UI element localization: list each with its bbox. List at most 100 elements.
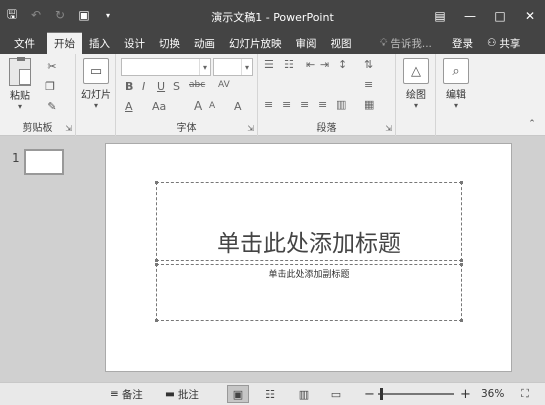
line-spacing-icon[interactable]: ↕ [338, 58, 347, 71]
font-size-dropdown-icon[interactable]: ▾ [241, 59, 252, 75]
font-launcher-icon[interactable]: ⇲ [247, 124, 254, 133]
find-icon: ⌕ [443, 58, 469, 84]
subtitle-placeholder-text: 单击此处添加副标题 [268, 270, 350, 280]
zoom-level[interactable]: 36% [481, 383, 504, 405]
drawing-label: 绘图 [406, 90, 426, 101]
collapse-ribbon-icon[interactable]: ⌃ [524, 116, 540, 132]
subtitle-placeholder[interactable]: 单击此处添加副标题 [155, 263, 463, 322]
status-bar: ≡ 备注 ▬ 批注 ▣ ☷ ▥ ▭ − + 36% ⛶ [0, 382, 545, 405]
text-direction-icon[interactable]: ⇅ [364, 58, 373, 71]
zoom-slider-thumb[interactable] [380, 388, 383, 400]
tab-animations[interactable]: 动画 [187, 32, 222, 54]
notes-button[interactable]: ≡ 备注 [110, 383, 143, 405]
drawing-group: △ 绘图 ▾ [396, 54, 436, 136]
drawing-dropdown-icon[interactable]: ▾ [414, 101, 418, 110]
font-name-dropdown-icon[interactable]: ▾ [199, 59, 210, 75]
title-placeholder[interactable]: 单击此处添加标题 [155, 181, 463, 262]
new-slide-dropdown-icon[interactable]: ▾ [94, 101, 98, 110]
text-shadow-button[interactable]: S [173, 80, 180, 93]
comments-button[interactable]: ▬ 批注 [165, 383, 199, 405]
align-right-icon[interactable]: ≡ [300, 98, 309, 111]
slide-thumbnail[interactable] [24, 149, 64, 175]
slides-group: ▭ 幻灯片 ▾ [76, 54, 116, 136]
tab-design[interactable]: 设计 [117, 32, 152, 54]
reading-view-icon[interactable]: ▥ [293, 385, 315, 403]
tab-insert[interactable]: 插入 [82, 32, 117, 54]
editing-dropdown-icon[interactable]: ▾ [454, 101, 458, 110]
align-center-icon[interactable]: ≡ [282, 98, 291, 111]
share-button[interactable]: ⚇ 共享 [487, 32, 520, 54]
minimize-icon[interactable]: — [455, 0, 485, 32]
paragraph-launcher-icon[interactable]: ⇲ [385, 124, 392, 133]
new-slide-label: 幻灯片 [81, 90, 111, 101]
zoom-out-button[interactable]: − [364, 383, 375, 405]
font-size-box[interactable]: ▾ [213, 58, 253, 76]
format-painter-icon[interactable]: ✎ [44, 98, 60, 114]
lightbulb-icon: 💡︎ [380, 36, 388, 49]
close-icon[interactable]: ✕ [515, 0, 545, 32]
zoom-in-button[interactable]: + [460, 383, 471, 405]
fit-slide-icon[interactable]: ⛶ [514, 385, 536, 403]
quick-access-toolbar: 🖫 ↶ ↻ ▣ ▾ [4, 5, 116, 25]
align-left-icon[interactable]: ≡ [264, 98, 273, 111]
slide-sorter-icon[interactable]: ☷ [259, 385, 281, 403]
align-text-icon[interactable]: ≡ [364, 78, 373, 91]
increase-indent-icon[interactable]: ⇥ [320, 58, 329, 71]
person-icon: ⚇ [487, 37, 497, 49]
ribbon: 粘贴 ▾ ✂ ❐ ✎ 剪贴板 ⇲ ▭ 幻灯片 ▾ ▾ ▾ B I U S abc… [0, 54, 545, 136]
clipboard-launcher-icon[interactable]: ⇲ [65, 124, 72, 133]
grow-font-button[interactable]: A [194, 99, 202, 113]
clear-formatting-button[interactable]: A [234, 100, 242, 113]
font-name-box[interactable]: ▾ [121, 58, 211, 76]
tell-me-box[interactable]: 💡︎ 告诉我... [380, 32, 432, 54]
comment-icon: ▬ [165, 388, 175, 400]
slide-show-icon[interactable]: ▭ [325, 385, 347, 403]
new-slide-button[interactable]: ▭ 幻灯片 ▾ [80, 58, 112, 110]
tab-file[interactable]: 文件 [0, 32, 47, 54]
change-case-button[interactable]: Aa [152, 100, 166, 113]
notes-icon: ≡ [110, 388, 119, 400]
tab-review[interactable]: 审阅 [289, 32, 324, 54]
shrink-font-button[interactable]: A [209, 101, 215, 111]
drawing-button[interactable]: △ 绘图 ▾ [401, 58, 431, 110]
justify-icon[interactable]: ≡ [318, 98, 327, 111]
customize-qat-icon[interactable]: ▾ [100, 7, 116, 23]
italic-button[interactable]: I [142, 80, 145, 93]
tab-home[interactable]: 开始 [47, 32, 82, 54]
editing-group: ⌕ 编辑 ▾ [436, 54, 476, 136]
strikethrough-button[interactable]: abc [189, 80, 205, 90]
font-color-button[interactable]: A [125, 100, 133, 113]
copy-icon[interactable]: ❐ [42, 78, 58, 94]
tab-slide-show[interactable]: 幻灯片放映 [222, 32, 289, 54]
convert-smartart-icon[interactable]: ▦ [364, 98, 374, 111]
sign-in-link[interactable]: 登录 [452, 32, 473, 54]
font-group-label: 字体 [176, 123, 197, 134]
editing-button[interactable]: ⌕ 编辑 ▾ [441, 58, 471, 110]
vertical-scrollbar[interactable] [533, 137, 545, 382]
clipboard-group-label: 剪贴板 [22, 123, 53, 134]
columns-icon[interactable]: ▥ [336, 98, 346, 111]
present-from-start-icon[interactable]: ▣ [76, 7, 92, 23]
maximize-icon[interactable]: □ [485, 0, 515, 32]
paste-dropdown-icon[interactable]: ▾ [18, 102, 22, 111]
slide-canvas[interactable]: 单击此处添加标题 单击此处添加副标题 [105, 143, 512, 372]
numbering-icon[interactable]: ☷ [284, 58, 294, 71]
cut-icon[interactable]: ✂ [44, 58, 60, 74]
slide-editing-area: 单击此处添加标题 单击此处添加副标题 [88, 137, 545, 382]
save-icon[interactable]: 🖫 [4, 7, 20, 23]
zoom-slider[interactable] [378, 393, 454, 395]
undo-icon[interactable]: ↶ [28, 7, 44, 23]
character-spacing-button[interactable]: AV [218, 80, 230, 90]
underline-button[interactable]: U [157, 80, 165, 93]
paste-button[interactable]: 粘贴 ▾ [6, 57, 34, 111]
tab-transitions[interactable]: 切换 [152, 32, 187, 54]
decrease-indent-icon[interactable]: ⇤ [306, 58, 315, 71]
bullets-icon[interactable]: ☰ [264, 58, 274, 71]
normal-view-icon[interactable]: ▣ [227, 385, 249, 403]
title-placeholder-text: 单击此处添加标题 [217, 231, 401, 257]
tab-view[interactable]: 视图 [324, 32, 359, 54]
bold-button[interactable]: B [125, 80, 133, 93]
redo-icon[interactable]: ↻ [52, 7, 68, 23]
ribbon-display-options-icon[interactable]: ▤ [425, 0, 455, 32]
slide-thumbnail-pane: 1 [0, 137, 88, 382]
